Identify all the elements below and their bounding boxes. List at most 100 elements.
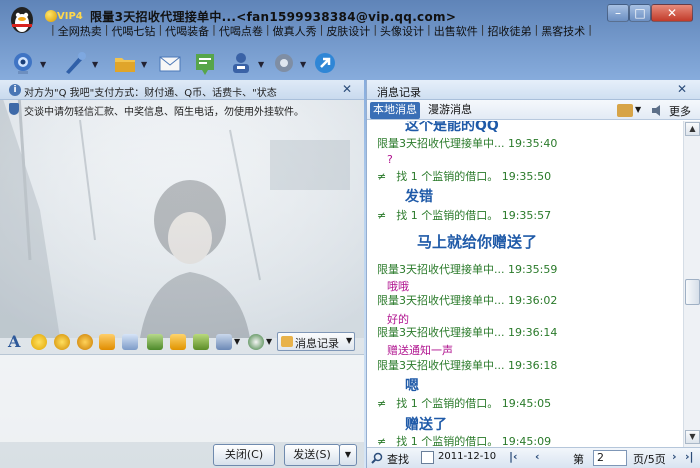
close-notice-button[interactable]: ✕ bbox=[342, 82, 352, 96]
system-message-text: 找 1 个监销的借口。 19:45:05 bbox=[396, 397, 552, 410]
message-header: 限量3天招收代理接单中... 19:36:14 bbox=[377, 326, 558, 339]
message-header: 限量3天招收代理接单中... 19:35:40 bbox=[377, 137, 558, 150]
system-message-text: 找 1 个监销的借口。 19:45:09 bbox=[396, 435, 552, 447]
system-message-text: 找 1 个监销的借口。 19:35:57 bbox=[396, 209, 552, 222]
link-item[interactable]: 代喝七钻 bbox=[110, 23, 156, 39]
send-file-icon[interactable] bbox=[112, 50, 138, 76]
email-icon[interactable] bbox=[157, 50, 183, 76]
tab-local-messages[interactable]: 本地消息 bbox=[370, 102, 420, 119]
music-icon[interactable] bbox=[170, 334, 186, 350]
chevron-down-icon[interactable]: ▼ bbox=[234, 337, 240, 346]
not-equal-icon: ≠ bbox=[377, 397, 387, 410]
chevron-down-icon[interactable]: ▼ bbox=[92, 60, 98, 69]
edit-icon[interactable] bbox=[122, 334, 138, 350]
calendar-icon[interactable] bbox=[421, 451, 434, 464]
font-icon[interactable]: A bbox=[8, 332, 20, 351]
close-chat-button[interactable]: 关闭(C) bbox=[213, 444, 275, 466]
magic-face-icon[interactable] bbox=[54, 334, 70, 350]
link-separator: | bbox=[588, 23, 592, 36]
search-icon[interactable] bbox=[371, 452, 383, 464]
qq-mall-icon[interactable] bbox=[248, 334, 264, 350]
link-item[interactable]: 招收徒弟 bbox=[486, 23, 532, 39]
link-item[interactable]: 代喝装备 bbox=[164, 23, 210, 39]
link-separator: | bbox=[319, 23, 324, 36]
link-item[interactable]: 代喝点卷 bbox=[218, 23, 264, 39]
prev-page-button[interactable]: ‹ bbox=[535, 450, 540, 463]
minimize-button[interactable]: – bbox=[607, 4, 629, 22]
last-page-button[interactable]: ›| bbox=[685, 450, 694, 463]
close-window-button[interactable]: ✕ bbox=[651, 4, 693, 22]
history-title: 消息记录 bbox=[377, 86, 421, 99]
emoji-icon[interactable] bbox=[31, 334, 47, 350]
chat-toolbar: ▼ ▼ ▼ ▼ ▼ bbox=[0, 44, 700, 80]
system-message: ≠ 找 1 个监销的借口。 19:35:57 bbox=[377, 207, 551, 223]
link-item[interactable]: 头像设计 bbox=[379, 23, 425, 39]
chevron-down-icon[interactable]: ▼ bbox=[258, 60, 264, 69]
chevron-down-icon[interactable]: ▼ bbox=[266, 337, 272, 346]
message-input[interactable] bbox=[0, 354, 364, 442]
screenshot-icon[interactable] bbox=[193, 334, 209, 350]
link-item[interactable]: 皮肤设计 bbox=[325, 23, 371, 39]
not-equal-icon: ≠ bbox=[377, 435, 387, 447]
history-date[interactable]: 2011-12-10 bbox=[438, 451, 496, 462]
link-separator: | bbox=[534, 23, 539, 36]
voice-call-icon[interactable] bbox=[62, 50, 88, 76]
page-number-input[interactable]: 2 bbox=[593, 450, 627, 466]
qq-penguin-icon[interactable] bbox=[8, 4, 36, 34]
maximize-button[interactable]: □ bbox=[629, 4, 651, 22]
message-body: 赠送通知一声 bbox=[387, 344, 453, 357]
close-history-button[interactable]: ✕ bbox=[677, 82, 687, 96]
search-button[interactable]: 查找 bbox=[387, 451, 409, 467]
history-tools-icon[interactable] bbox=[617, 104, 633, 117]
send-button[interactable]: 发送(S) bbox=[284, 444, 340, 466]
message-header: 限量3天招收代理接单中... 19:36:18 bbox=[377, 359, 558, 372]
security-warning: 交谈中请勿轻信汇款、中奖信息、陌生电话，勿使用外挂软件。 bbox=[0, 100, 364, 118]
video-call-icon[interactable] bbox=[10, 50, 36, 76]
scroll-down-button[interactable]: ▼ bbox=[685, 430, 700, 444]
title-bar: VIP4 限量3天招收代理接单中...<fan1599938384@vip.qq… bbox=[0, 0, 700, 40]
chevron-down-icon[interactable]: ▼ bbox=[635, 105, 641, 114]
message-list: 这个是能的QQ 限量3天招收代理接单中... 19:35:40? ≠ 找 1 个监销的… bbox=[367, 121, 685, 447]
tab-roaming-messages[interactable]: 漫游消息 bbox=[425, 102, 475, 119]
speaker-icon[interactable] bbox=[651, 104, 665, 117]
shake-icon[interactable] bbox=[77, 334, 93, 350]
chevron-down-icon[interactable]: ▼ bbox=[141, 60, 147, 69]
sms-icon[interactable] bbox=[192, 50, 218, 76]
message-body: 这个是能的QQ bbox=[405, 121, 499, 134]
chevron-down-icon[interactable]: ▼ bbox=[300, 60, 306, 69]
link-separator: | bbox=[480, 23, 485, 36]
link-item[interactable]: 全网热卖 bbox=[57, 23, 103, 39]
signature-links: | 全网热卖 | 代喝七钻 | 代喝装备 | 代喝点卷 | 做真人秀 | 皮肤设… bbox=[49, 23, 594, 39]
app-launcher-icon[interactable] bbox=[312, 50, 338, 76]
link-item[interactable]: 黑客技术 bbox=[540, 23, 586, 39]
chat-pane: i 对方为"Q 我吧"支付方式：财付通、Q币、话费卡、"状态 ✕ 交谈中请勿轻信… bbox=[0, 80, 364, 468]
doodle-icon[interactable] bbox=[99, 334, 115, 350]
history-pane: 消息记录 ✕ 本地消息 漫游消息 ▼ 更多 这个是能的QQ 限量3天招收代理接单中… bbox=[366, 80, 700, 468]
scroll-thumb[interactable] bbox=[685, 279, 700, 305]
link-item[interactable]: 出售软件 bbox=[433, 23, 479, 39]
page-total: 页/5页 bbox=[633, 453, 666, 466]
link-separator: | bbox=[158, 23, 163, 36]
scissors-icon[interactable] bbox=[216, 334, 232, 350]
image-icon[interactable] bbox=[147, 334, 163, 350]
settings-icon[interactable] bbox=[271, 50, 297, 76]
history-footer: 查找 2011-12-10 |‹ ‹ 第 2 页/5页 › ›| bbox=[367, 447, 700, 468]
first-page-button[interactable]: |‹ bbox=[509, 450, 518, 463]
chat-background-photo bbox=[0, 80, 364, 338]
link-separator: | bbox=[212, 23, 216, 36]
chevron-down-icon[interactable]: ▼ bbox=[40, 60, 46, 69]
more-link[interactable]: 更多 bbox=[669, 103, 691, 119]
warning-text: 交谈中请勿轻信汇款、中奖信息、陌生电话，勿使用外挂软件。 bbox=[24, 107, 304, 118]
page-label: 第 bbox=[573, 453, 584, 466]
send-options-button[interactable]: ▼ bbox=[339, 444, 357, 466]
vip-badge: VIP4 bbox=[57, 11, 83, 22]
next-page-button[interactable]: › bbox=[672, 450, 677, 463]
chevron-down-icon: ▼ bbox=[346, 336, 353, 345]
format-toolbar: A ▼ ▼ 消息记录 ▼ bbox=[0, 330, 364, 354]
link-separator: | bbox=[427, 23, 431, 36]
history-scrollbar[interactable]: ▲ ▼ bbox=[683, 121, 700, 447]
create-group-icon[interactable] bbox=[228, 50, 254, 76]
message-history-button[interactable]: 消息记录 ▼ bbox=[277, 332, 355, 351]
link-item[interactable]: 做真人秀 bbox=[272, 23, 318, 39]
scroll-up-button[interactable]: ▲ bbox=[685, 122, 700, 136]
